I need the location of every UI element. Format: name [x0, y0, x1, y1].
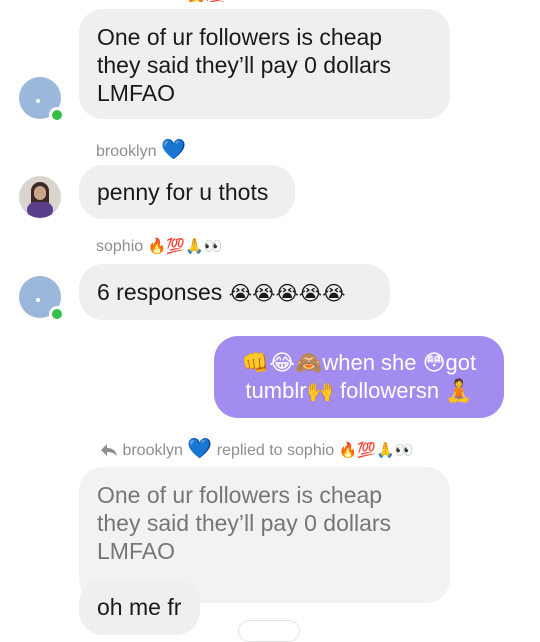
- top-cropped-emoji: 🔥💯: [186, 0, 226, 2]
- sender-name: brooklyn 💙: [96, 137, 186, 161]
- quoted-text-line: One of ur followers is cheap: [97, 482, 383, 508]
- message-text-line: One of ur followers is cheap: [97, 24, 383, 50]
- quoted-text-line: LMFAO: [97, 538, 175, 564]
- online-status-icon: [49, 107, 65, 123]
- message-bubble[interactable]: One of ur followers is cheap they said t…: [79, 9, 450, 119]
- blue-heart-icon: 💙: [160, 137, 186, 161]
- message-bubble[interactable]: 6 responses 😭😭😭😭😭: [79, 264, 390, 320]
- sender-emoji-badge: 🔥💯🙏👀: [147, 237, 223, 255]
- message-text-line: tumblr🙌 followersn 🧘: [245, 378, 473, 403]
- message-text-line: LMFAO: [97, 80, 175, 106]
- avatar[interactable]: [19, 77, 65, 123]
- crying-emoji-group: 😭😭😭😭😭: [228, 281, 346, 305]
- sender-emoji-badge: 🔥💯🙏👀: [338, 441, 414, 459]
- quoted-text-line: they said they’ll pay 0 dollars: [97, 510, 392, 536]
- message-text: 6 responses: [97, 279, 223, 305]
- message-text-line: 👊😂🙈when she 😳got: [241, 350, 477, 375]
- avatar[interactable]: [19, 176, 61, 218]
- bottom-cropped-element: [238, 620, 300, 642]
- message-text: oh me fr: [97, 594, 182, 620]
- message-text-line: they said they’ll pay 0 dollars: [97, 52, 392, 78]
- blue-heart-icon: 💙: [187, 436, 213, 460]
- message-bubble[interactable]: penny for u thots: [79, 165, 295, 219]
- reply-header: brooklyn 💙 replied to sophio 🔥💯🙏👀: [100, 438, 413, 461]
- outgoing-message-bubble[interactable]: 👊😂🙈when she 😳got tumblr🙌 followersn 🧘: [214, 336, 504, 418]
- avatar[interactable]: [19, 276, 65, 322]
- sender-name: sophio 🔥💯🙏👀: [96, 237, 223, 255]
- online-status-icon: [49, 306, 65, 322]
- message-bubble[interactable]: oh me fr: [79, 579, 200, 635]
- reply-arrow-icon: [100, 443, 118, 457]
- message-text: penny for u thots: [97, 179, 269, 205]
